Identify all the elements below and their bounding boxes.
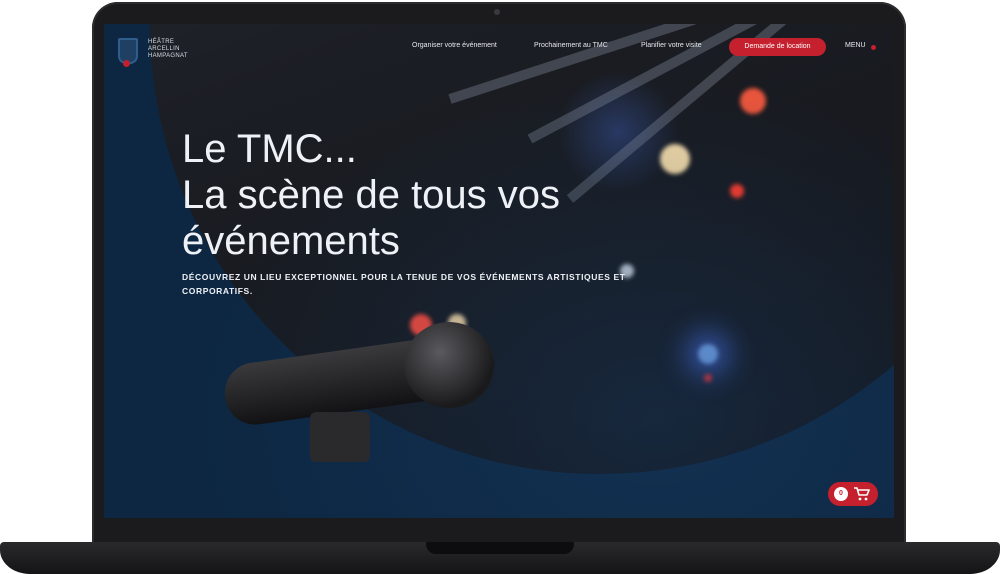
hero-title: Le TMC... La scène de tous vos événement… bbox=[182, 126, 622, 264]
logo-line: HÉÂTRE bbox=[148, 39, 175, 45]
nav-link-organiser[interactable]: Organiser votre événement bbox=[412, 42, 497, 49]
nav-link-planifier[interactable]: Planifier votre visite bbox=[641, 42, 702, 49]
hero-title-line: Le TMC... bbox=[182, 127, 357, 171]
rental-request-button[interactable]: Demande de location bbox=[729, 38, 826, 56]
site-logo[interactable]: HÉÂTRE ARCELLIN HAMPAGNAT bbox=[118, 38, 188, 72]
microphone-clip bbox=[310, 412, 370, 462]
logo-line: ARCELLIN bbox=[148, 46, 180, 52]
hero-subtitle: Découvrez un lieu exceptionnel pour la t… bbox=[182, 272, 626, 296]
microphone-head bbox=[404, 322, 494, 408]
nav-link-prochainement[interactable]: Prochainement au TMC bbox=[534, 42, 608, 49]
menu-dot-icon bbox=[871, 45, 876, 50]
hero-title-line: La scène de tous vos bbox=[182, 173, 561, 217]
menu-button[interactable]: MENU bbox=[845, 42, 866, 49]
laptop-mockup: HÉÂTRE ARCELLIN HAMPAGNAT Organiser votr… bbox=[0, 0, 1000, 574]
logo-line: HAMPAGNAT bbox=[148, 53, 188, 59]
logo-dot bbox=[123, 60, 130, 67]
logo-text: HÉÂTRE ARCELLIN HAMPAGNAT bbox=[148, 39, 192, 60]
cart-icon bbox=[854, 487, 870, 501]
hero-title-line: événements bbox=[182, 219, 400, 263]
laptop-notch bbox=[426, 542, 574, 554]
cart-button[interactable]: 0 bbox=[828, 482, 878, 506]
cart-count-badge: 0 bbox=[834, 487, 848, 501]
webcam-icon bbox=[494, 9, 500, 15]
website-screen: HÉÂTRE ARCELLIN HAMPAGNAT Organiser votr… bbox=[104, 24, 894, 518]
